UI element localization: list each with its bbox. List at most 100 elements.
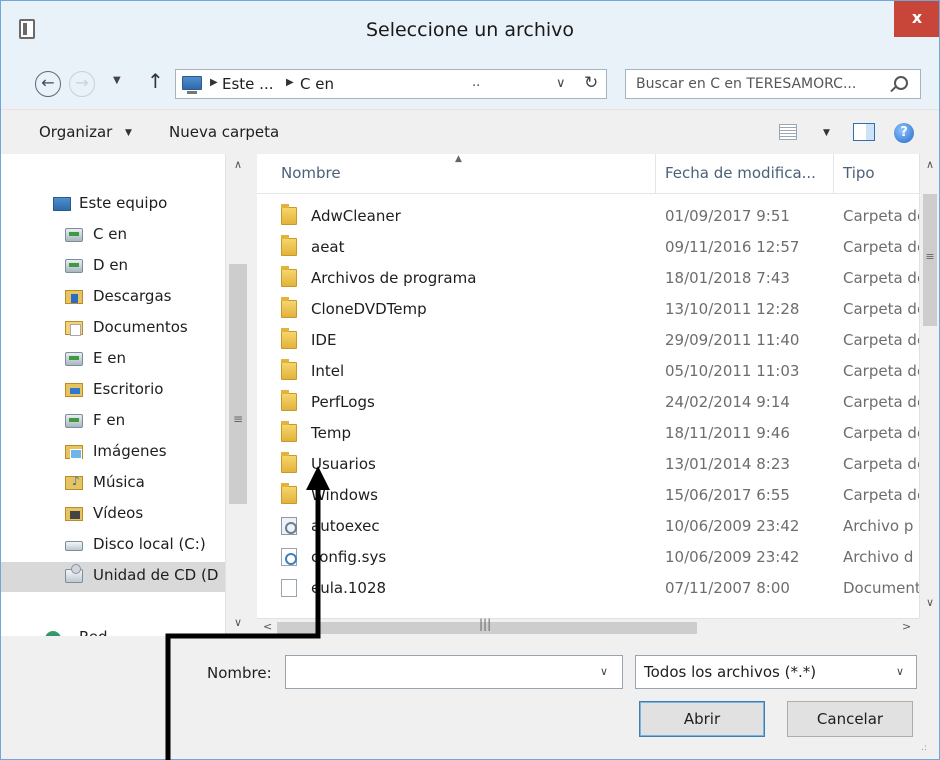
file-row[interactable]: CloneDVDTemp 13/10/2011 12:28 Carpeta de: [257, 295, 919, 326]
command-bar: Organizar ▼ Nueva carpeta ▼ ?: [1, 109, 939, 153]
file-date: 18/11/2011 9:46: [665, 424, 790, 442]
scroll-up-icon[interactable]: ∧: [226, 158, 250, 171]
network-drive-icon: [65, 414, 83, 428]
column-header-name[interactable]: Nombre: [281, 164, 341, 182]
music-icon: [65, 474, 83, 490]
scroll-left-icon[interactable]: <: [263, 620, 272, 633]
nav-item-este-equipo[interactable]: Este equipo: [1, 190, 225, 220]
file-row[interactable]: IDE 29/09/2011 11:40 Carpeta de: [257, 326, 919, 357]
window-title: Seleccione un archivo: [365, 19, 575, 41]
file-name-combobox[interactable]: ∨: [285, 655, 623, 689]
nav-item-e-en[interactable]: E en: [1, 345, 225, 375]
pane-splitter[interactable]: [249, 154, 257, 636]
file-row[interactable]: Temp 18/11/2011 9:46 Carpeta de: [257, 419, 919, 450]
nav-item-disco-local[interactable]: Disco local (C:): [1, 531, 225, 561]
scroll-down-icon[interactable]: ∨: [226, 616, 250, 629]
nav-item-d-en[interactable]: D en: [1, 252, 225, 282]
resize-grip-icon[interactable]: .:: [921, 743, 927, 753]
folder-icon: [281, 266, 297, 287]
network-icon: [45, 631, 61, 636]
file-row[interactable]: config.sys 10/06/2009 23:42 Archivo d: [257, 543, 919, 574]
breadcrumb-separator-icon: ▶: [286, 77, 294, 88]
nav-item-f-en[interactable]: F en: [1, 407, 225, 437]
view-options-icon[interactable]: [779, 124, 797, 140]
system-file-icon: [281, 548, 297, 566]
back-button[interactable]: ←: [35, 71, 61, 97]
scroll-thumb[interactable]: [229, 264, 247, 504]
search-box[interactable]: [625, 69, 921, 99]
up-arrow-icon[interactable]: ↑: [147, 69, 164, 93]
scroll-down-icon[interactable]: ∨: [920, 596, 939, 609]
recent-locations-icon[interactable]: ▼: [113, 75, 121, 86]
nav-item-label: C en: [93, 225, 127, 243]
new-folder-button[interactable]: Nueva carpeta: [169, 123, 279, 141]
file-row[interactable]: Usuarios 13/01/2014 8:23 Carpeta de: [257, 450, 919, 481]
nav-item-label: Música: [93, 473, 145, 491]
file-row[interactable]: Intel 05/10/2011 11:03 Carpeta de: [257, 357, 919, 388]
organize-menu[interactable]: Organizar: [39, 123, 112, 141]
scroll-right-icon[interactable]: >: [902, 620, 911, 633]
scroll-up-icon[interactable]: ∧: [920, 158, 939, 171]
close-button[interactable]: x: [894, 1, 939, 37]
nav-item-imagenes[interactable]: Imágenes: [1, 438, 225, 468]
column-divider[interactable]: [833, 154, 834, 194]
file-name: AdwCleaner: [311, 207, 401, 225]
cancel-button[interactable]: Cancelar: [787, 701, 913, 737]
chevron-down-icon[interactable]: ▼: [823, 128, 830, 138]
file-list-horizontal-scrollbar[interactable]: < ||| >: [257, 617, 919, 636]
nav-item-musica[interactable]: Música: [1, 469, 225, 499]
search-input[interactable]: [626, 70, 888, 98]
help-icon[interactable]: ?: [894, 123, 914, 143]
column-header-date[interactable]: Fecha de modifica...: [665, 164, 816, 182]
nav-item-red[interactable]: Red: [1, 624, 225, 636]
search-icon[interactable]: [894, 76, 908, 90]
videos-icon: [65, 507, 83, 521]
file-type: Carpeta de: [843, 269, 919, 287]
forward-button[interactable]: →: [69, 71, 95, 97]
file-row[interactable]: Windows 15/06/2017 6:55 Carpeta de: [257, 481, 919, 512]
file-type: Documento: [843, 579, 919, 597]
file-type-filter-value: Todos los archivos (*.*): [644, 663, 817, 681]
column-divider[interactable]: [655, 154, 656, 194]
file-type-filter[interactable]: Todos los archivos (*.*) ∨: [635, 655, 917, 689]
nav-item-documentos[interactable]: Documentos: [1, 314, 225, 344]
chevron-down-icon[interactable]: ▼: [125, 128, 132, 138]
chevron-down-icon[interactable]: ∨: [556, 76, 566, 91]
file-name: CloneDVDTemp: [311, 300, 427, 318]
breadcrumb-este-equipo[interactable]: Este ...: [222, 75, 273, 93]
file-row[interactable]: aeat 09/11/2016 12:57 Carpeta de: [257, 233, 919, 264]
pictures-icon: [65, 445, 83, 459]
file-name-input[interactable]: [286, 656, 586, 688]
nav-item-c-en[interactable]: C en: [1, 221, 225, 251]
nav-item-unidad-cd[interactable]: Unidad de CD (D: [1, 562, 225, 592]
file-date: 09/11/2016 12:57: [665, 238, 800, 256]
folder-icon: [281, 359, 297, 380]
chevron-down-icon[interactable]: ∨: [896, 665, 904, 678]
file-row[interactable]: eula.1028 07/11/2007 8:00 Documento: [257, 574, 919, 605]
nav-pane-scrollbar[interactable]: ∧ ≡ ∨: [225, 154, 249, 636]
nav-item-escritorio[interactable]: Escritorio: [1, 376, 225, 406]
file-row[interactable]: Archivos de programa 18/01/2018 7:43 Car…: [257, 264, 919, 295]
file-list: ▲ Nombre Fecha de modifica... Tipo AdwCl…: [257, 154, 919, 618]
file-row[interactable]: autoexec 10/06/2009 23:42 Archivo p: [257, 512, 919, 543]
chevron-down-icon[interactable]: ∨: [600, 665, 608, 678]
file-name-label: Nombre:: [207, 664, 272, 682]
nav-item-videos[interactable]: Vídeos: [1, 500, 225, 530]
file-date: 24/02/2014 9:14: [665, 393, 790, 411]
open-button[interactable]: Abrir: [639, 701, 765, 737]
downloads-icon: [65, 290, 83, 304]
file-list-vertical-scrollbar[interactable]: ∧ ≡ ∨: [919, 154, 939, 618]
file-row[interactable]: PerfLogs 24/02/2014 9:14 Carpeta de: [257, 388, 919, 419]
column-header-row: ▲ Nombre Fecha de modifica... Tipo: [257, 154, 919, 194]
file-row[interactable]: AdwCleaner 01/09/2017 9:51 Carpeta de: [257, 202, 919, 233]
title-bar: Seleccione un archivo x: [1, 1, 939, 61]
breadcrumb-c-en[interactable]: C en: [300, 75, 334, 93]
refresh-icon[interactable]: ↻: [584, 73, 598, 93]
nav-item-descargas[interactable]: Descargas: [1, 283, 225, 313]
network-drive-icon: [65, 352, 83, 366]
column-header-type[interactable]: Tipo: [843, 164, 875, 182]
address-row: ← → ▼ ↑ ▶ Este ... ▶ C en .. ∨ ↻: [1, 61, 939, 107]
preview-pane-icon[interactable]: [853, 123, 875, 141]
address-bar[interactable]: ▶ Este ... ▶ C en .. ∨ ↻: [175, 69, 607, 99]
grip-icon: ≡: [925, 250, 935, 263]
